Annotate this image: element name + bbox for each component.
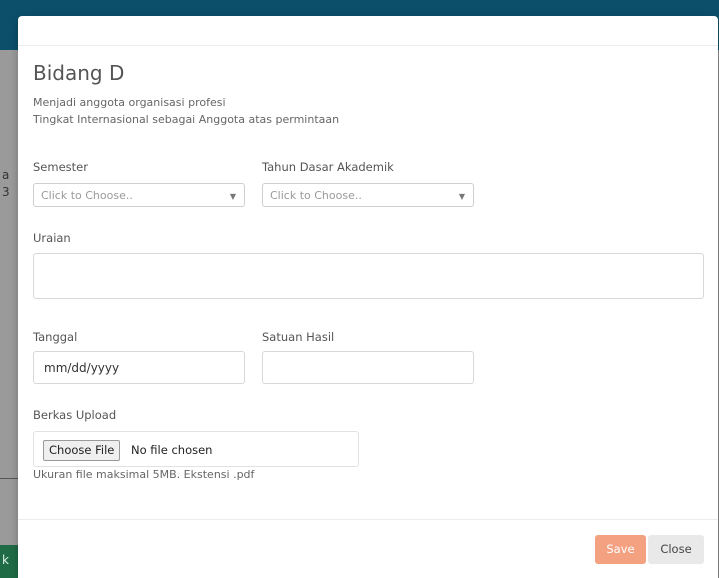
caret-down-icon: ▼ — [458, 192, 465, 201]
modal-header — [18, 16, 718, 46]
background-text-fragment: a — [2, 168, 10, 182]
background-text-fragment: k — [2, 553, 9, 567]
satuan-hasil-label: Satuan Hasil — [262, 330, 335, 344]
tanggal-date-input[interactable]: mm/dd/yyyy — [33, 351, 245, 384]
background-sidebar — [0, 50, 18, 578]
uraian-label: Uraian — [33, 231, 71, 245]
close-button[interactable]: Close — [648, 535, 704, 564]
tahun-select[interactable]: Click to Choose.. ▼ — [262, 183, 474, 207]
background-text-fragment: 3 — [2, 185, 10, 199]
choose-file-button[interactable]: Choose File — [43, 440, 121, 461]
berkas-upload-label: Berkas Upload — [33, 408, 117, 422]
satuan-hasil-input[interactable] — [262, 351, 474, 384]
modal-description-line1: Menjadi anggota organisasi profesi — [33, 96, 226, 109]
save-button[interactable]: Save — [595, 535, 646, 564]
modal-footer-divider — [18, 519, 718, 520]
background-divider — [0, 478, 18, 479]
semester-select-placeholder: Click to Choose.. — [41, 189, 133, 202]
tahun-label: Tahun Dasar Akademik — [262, 160, 394, 174]
tahun-select-placeholder: Click to Choose.. — [270, 189, 362, 202]
tanggal-label: Tanggal — [33, 330, 78, 344]
semester-select[interactable]: Click to Choose.. ▼ — [33, 183, 245, 207]
semester-label: Semester — [33, 160, 88, 174]
modal-title: Bidang D — [33, 61, 125, 85]
modal-description-line2: Tingkat Internasional sebagai Anggota at… — [33, 113, 340, 126]
file-status-text: No file chosen — [131, 443, 213, 457]
uraian-textarea[interactable] — [33, 253, 704, 299]
caret-down-icon: ▼ — [229, 192, 236, 201]
file-upload-field: Choose File No file chosen — [33, 431, 359, 467]
file-size-hint: Ukuran file maksimal 5MB. Ekstensi .pdf — [33, 468, 255, 481]
modal-dialog: Bidang D Menjadi anggota organisasi prof… — [18, 16, 718, 578]
